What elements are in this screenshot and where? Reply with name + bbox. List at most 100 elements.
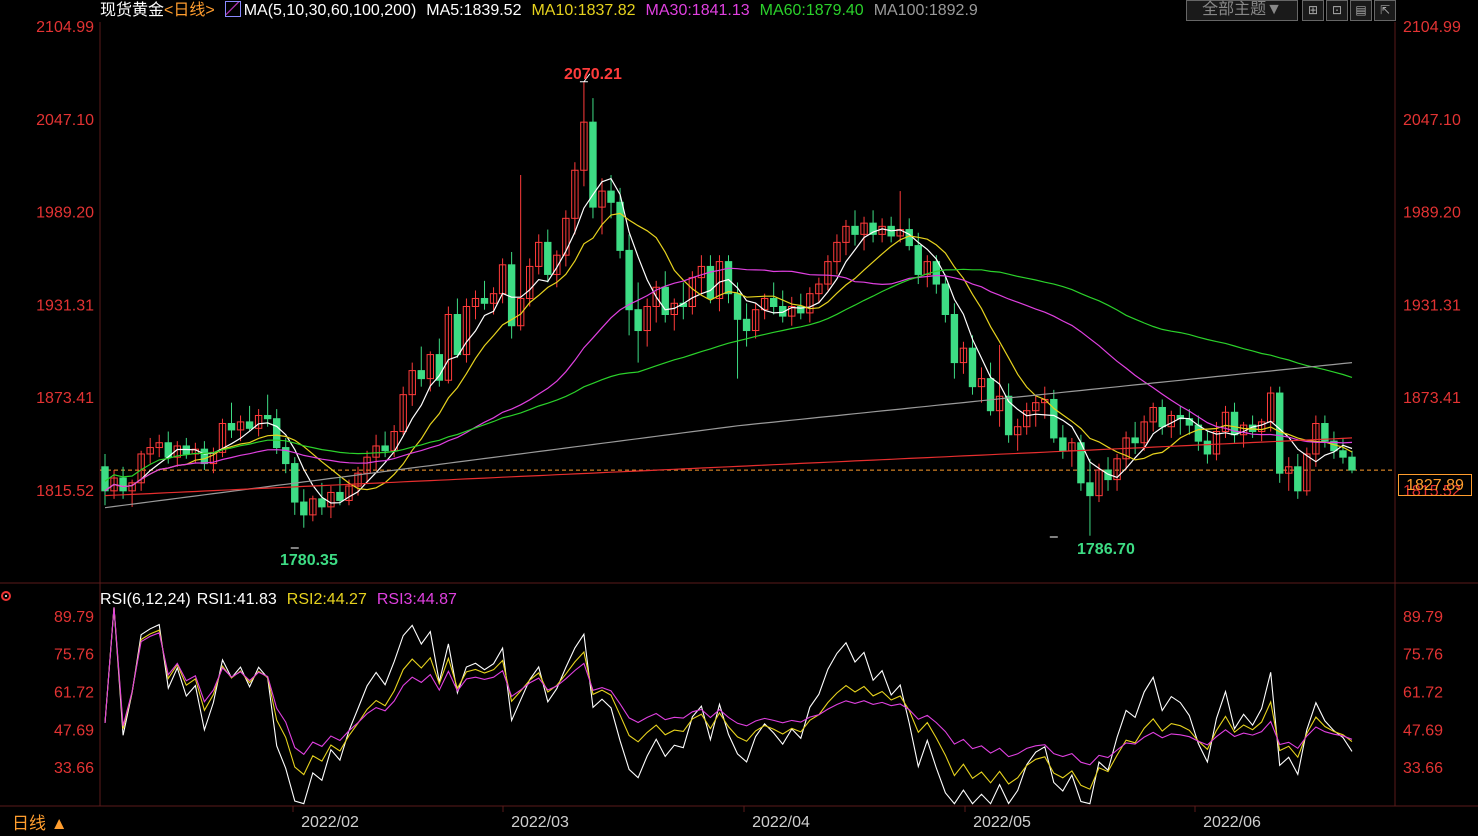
candle-body bbox=[769, 297, 778, 307]
candle-body bbox=[1050, 398, 1058, 439]
rsi-tick-right: 75.76 bbox=[1403, 647, 1443, 664]
price-tick-right: 1989.20 bbox=[1403, 205, 1461, 222]
price-tick-left: 2047.10 bbox=[36, 112, 94, 129]
candle-body bbox=[200, 448, 209, 465]
period-button[interactable]: 日线 ▲ bbox=[12, 813, 68, 835]
x-tick-label: 2022/04 bbox=[752, 814, 810, 831]
ma-value-1: MA10:1837.82 bbox=[531, 2, 636, 19]
grid-icon[interactable]: ⊞ bbox=[1302, 0, 1324, 21]
price-tick-right: 1873.41 bbox=[1403, 390, 1461, 407]
candle-body bbox=[941, 283, 950, 316]
ma-value-0: MA5:1839.52 bbox=[426, 2, 522, 19]
rsi-tick-right: 47.69 bbox=[1403, 722, 1443, 739]
candle bbox=[507, 251, 516, 339]
ma-icon[interactable] bbox=[224, 1, 241, 17]
price-tick-right: 1931.31 bbox=[1403, 297, 1461, 314]
candle-body bbox=[1194, 424, 1203, 442]
candle-body bbox=[950, 314, 959, 364]
candle-body bbox=[227, 423, 236, 431]
candle-body bbox=[1086, 482, 1094, 497]
record-icon[interactable] bbox=[1, 591, 11, 601]
ma-value-2: MA30:1841.13 bbox=[645, 2, 750, 19]
high-annotation: 2070.21 bbox=[564, 66, 622, 83]
rsi-value-0: RSI1:41.83 bbox=[196, 591, 277, 608]
candle-body bbox=[1203, 440, 1212, 455]
x-tick-label: 2022/03 bbox=[511, 814, 569, 831]
rsi-tick-right: 89.79 bbox=[1403, 609, 1443, 626]
x-tick-label: 2022/02 bbox=[301, 814, 359, 831]
candle-body bbox=[300, 501, 308, 516]
candle-body bbox=[607, 190, 615, 203]
chart-icon[interactable]: ▤ bbox=[1350, 0, 1372, 21]
candle-body bbox=[1321, 423, 1329, 442]
ma-value-3: MA60:1879.40 bbox=[759, 2, 864, 19]
chart-header: 现货黄金<日线> MA(5,10,30,60,100,200) MA5:1839.5… bbox=[100, 0, 998, 22]
rsi-tick-right: 33.66 bbox=[1403, 760, 1443, 777]
candle-body bbox=[851, 225, 859, 235]
rsi-tick-left: 75.76 bbox=[54, 647, 94, 664]
ma-value-4: MA100:1892.9 bbox=[873, 2, 978, 19]
rsi-tick-left: 89.79 bbox=[54, 609, 94, 626]
price-tick-left: 1815.52 bbox=[36, 483, 94, 500]
x-tick-label: 2022/06 bbox=[1203, 814, 1261, 831]
candle-body bbox=[634, 309, 642, 332]
rsi-value-1: RSI2:44.27 bbox=[286, 591, 367, 608]
price-tick-right: 2104.99 bbox=[1403, 19, 1461, 36]
candle-body bbox=[453, 314, 462, 356]
candle-body bbox=[1131, 437, 1139, 444]
theme-select-button[interactable]: 全部主题▼ bbox=[1186, 0, 1298, 21]
price-tick-left: 1989.20 bbox=[36, 205, 94, 222]
rsi-value-2: RSI3:44.87 bbox=[376, 591, 457, 608]
export-icon[interactable]: ⇱ bbox=[1374, 0, 1396, 21]
price-tick-left: 1873.41 bbox=[36, 390, 94, 407]
candle-body bbox=[272, 418, 281, 449]
rsi-header: RSI(6,12,24) RSI1:41.83 RSI2:44.27 RSI3:44.… bbox=[100, 589, 477, 611]
candle-body bbox=[507, 264, 516, 327]
candle-body bbox=[914, 245, 922, 275]
candle-body bbox=[544, 241, 552, 275]
candle bbox=[1276, 386, 1284, 483]
price-chart[interactable]: 2104.99 2104.99 2047.10 2047.10 1989.20 1989.… bbox=[0, 0, 1478, 836]
low2-annotation: 1786.70 bbox=[1077, 541, 1135, 558]
candle-body bbox=[724, 261, 733, 295]
price-tick-left: 2104.99 bbox=[36, 19, 94, 36]
x-tick-label: 2022/05 bbox=[973, 814, 1031, 831]
symbol-title: 现货黄金 bbox=[100, 2, 165, 19]
candle-body bbox=[381, 445, 389, 452]
candle-body bbox=[733, 293, 742, 320]
rsi-tick-left: 61.72 bbox=[54, 685, 94, 702]
candle-body bbox=[986, 378, 995, 412]
candle-body bbox=[245, 421, 254, 429]
price-tick-left: 1931.31 bbox=[36, 297, 94, 314]
candle-body bbox=[101, 466, 109, 492]
candle-body bbox=[480, 297, 489, 304]
candle-body bbox=[1294, 466, 1302, 492]
candle-body bbox=[1059, 437, 1067, 452]
candle-body bbox=[336, 491, 344, 501]
candle-body bbox=[625, 249, 633, 311]
ma-title: MA(5,10,30,60,100,200) bbox=[243, 2, 417, 19]
candle-body bbox=[417, 370, 425, 380]
rsi-title: RSI(6,12,24) bbox=[100, 591, 191, 608]
rsi-tick-left: 47.69 bbox=[54, 722, 94, 739]
candle-body bbox=[1348, 456, 1356, 471]
candle-body bbox=[119, 477, 127, 492]
period-tag: <日线> bbox=[164, 2, 215, 19]
candle-body bbox=[968, 347, 977, 388]
rsi-tick-left: 33.66 bbox=[54, 760, 94, 777]
candle-body bbox=[318, 498, 326, 508]
background bbox=[0, 0, 1478, 836]
candle-body bbox=[932, 261, 941, 285]
candle-body bbox=[742, 318, 751, 332]
candle-body bbox=[1158, 406, 1166, 428]
candle-body bbox=[1339, 450, 1347, 458]
candle-body bbox=[616, 201, 624, 251]
maximize-icon[interactable]: ⊡ bbox=[1326, 0, 1348, 21]
candle-body bbox=[661, 286, 669, 316]
current-price-tag: 1827.89 bbox=[1398, 474, 1472, 496]
price-tick-right: 2047.10 bbox=[1403, 112, 1461, 129]
candle-body bbox=[1276, 392, 1284, 474]
chart-frame bbox=[0, 0, 1478, 836]
low1-annotation: 1780.35 bbox=[280, 552, 338, 569]
rsi-tick-right: 61.72 bbox=[1403, 685, 1443, 702]
